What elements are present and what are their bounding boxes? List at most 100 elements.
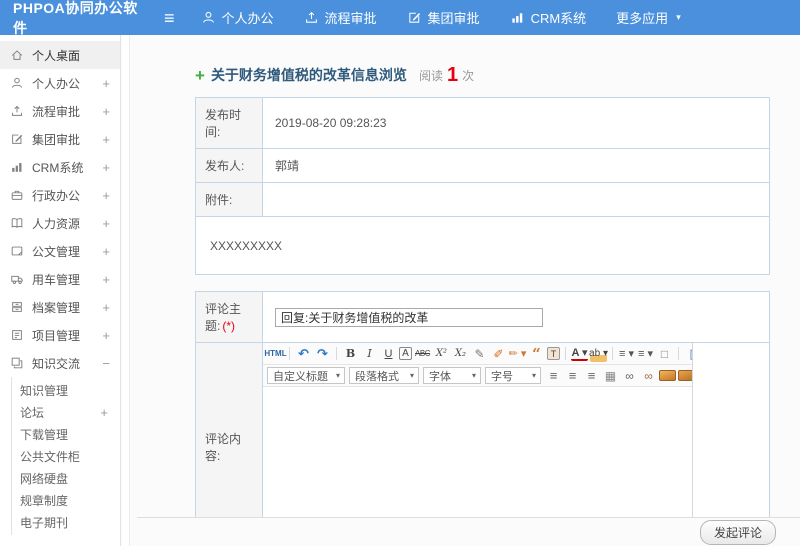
- top-header: PHPOA协同办公软件 ≡ 个人办公 流程审批 集团审批 CRM系统 更多应用 …: [0, 0, 800, 36]
- font-color-icon[interactable]: A ▾: [571, 347, 588, 361]
- underline-icon[interactable]: U: [380, 346, 397, 362]
- sidebar-item-personal-desktop[interactable]: 个人桌面: [0, 41, 120, 69]
- nav-more-apps[interactable]: 更多应用 ▾: [616, 8, 681, 27]
- sidebar-item-icon: [10, 76, 24, 90]
- sidebar-subitem-public-file-cabinet[interactable]: 公共文件柜: [12, 445, 120, 467]
- pen-dropdown-icon[interactable]: ✏ ▾: [509, 346, 527, 362]
- menu-toggle-icon[interactable]: ≡: [164, 9, 175, 27]
- top-nav: 个人办公 流程审批 集团审批 CRM系统: [201, 8, 586, 27]
- expand-toggle-icon[interactable]: +: [102, 216, 110, 231]
- chevron-down-icon: ▾: [409, 371, 414, 380]
- align-right-icon[interactable]: ≡: [583, 368, 600, 384]
- page-title: 关于财务增值税的改革信息浏览: [210, 67, 407, 83]
- sidebar-item-personal-office[interactable]: 个人办公 +: [0, 69, 120, 97]
- read-unit: 次: [462, 68, 475, 83]
- brush-icon[interactable]: ✐: [490, 346, 507, 362]
- expand-toggle-icon[interactable]: +: [102, 76, 110, 91]
- undo-icon[interactable]: ↶: [295, 346, 312, 362]
- sidebar-subitem-forum[interactable]: 论坛 +: [12, 401, 120, 423]
- sidebar-subitem-network-disk[interactable]: 网络硬盘: [12, 467, 120, 489]
- font-size-select[interactable]: 字号 ▾: [485, 367, 541, 384]
- sidebar-item-icon: [10, 216, 24, 230]
- toolbar-separator: [612, 347, 613, 360]
- required-mark: (*): [222, 319, 236, 333]
- article-info-table: 发布时间: 2019-08-20 09:28:23 发布人: 郭靖 附件: XX…: [195, 97, 770, 275]
- sidebar-item-vehicle-management[interactable]: 用车管理 +: [0, 265, 120, 293]
- paragraph-format-select[interactable]: 段落格式 ▾: [349, 367, 419, 384]
- chevron-down-icon: ▾: [676, 12, 681, 22]
- expand-toggle-icon[interactable]: +: [102, 244, 110, 259]
- sidebar-item-document-management[interactable]: 公文管理 +: [0, 237, 120, 265]
- sidebar-item-knowledge-exchange[interactable]: 知识交流 −: [0, 349, 120, 377]
- ordered-list-icon[interactable]: ≡ ▾: [618, 346, 635, 362]
- info-row: 发布人: 郭靖: [195, 148, 770, 183]
- rich-text-editor: HTML ↶ ↷ B I U A ABC X² X₂ ✎ ✐ ✏ ▾ “ T A…: [263, 343, 693, 546]
- sidebar-item-admin-office[interactable]: 行政办公 +: [0, 181, 120, 209]
- border-text-icon[interactable]: A: [399, 347, 412, 360]
- info-value: 郭靖: [262, 148, 770, 183]
- subscript-icon[interactable]: X₂: [452, 346, 469, 362]
- expand-toggle-icon[interactable]: +: [102, 300, 110, 315]
- expand-toggle-icon[interactable]: +: [102, 272, 110, 287]
- nav-group-approval[interactable]: 集团审批: [407, 8, 480, 27]
- redo-icon[interactable]: ↷: [314, 346, 331, 362]
- comment-content-label: 评论内容:: [195, 342, 263, 546]
- sidebar-item-archive-management[interactable]: 档案管理 +: [0, 293, 120, 321]
- sidebar-item-icon: [10, 300, 24, 314]
- sidebar-item-human-resources[interactable]: 人力资源 +: [0, 209, 120, 237]
- expand-toggle-icon[interactable]: +: [102, 328, 110, 343]
- bullet-list-icon[interactable]: ≡ ▾: [637, 346, 654, 362]
- italic-icon[interactable]: I: [361, 346, 378, 362]
- sidebar-item-group-approval[interactable]: 集团审批 +: [0, 125, 120, 153]
- comment-subject-label: 评论主题: (*): [195, 291, 263, 343]
- align-justify-icon[interactable]: ▦: [602, 368, 619, 384]
- fullscreen-icon[interactable]: ▣: [687, 346, 692, 362]
- expand-toggle-icon[interactable]: +: [102, 132, 110, 147]
- submit-comment-button[interactable]: 发起评论: [699, 519, 776, 545]
- sidebar-subitem-download-management[interactable]: 下载管理: [12, 423, 120, 445]
- paste-icon[interactable]: T: [547, 347, 560, 360]
- expand-toggle-icon[interactable]: +: [100, 405, 108, 420]
- sidebar-item-workflow-approval[interactable]: 流程审批 +: [0, 97, 120, 125]
- custom-heading-select[interactable]: 自定义标题 ▾: [267, 367, 345, 384]
- sidebar-subitem-knowledge-management[interactable]: 知识管理: [12, 379, 120, 401]
- nav-item-icon: [407, 10, 422, 25]
- comment-content-row: 评论内容: HTML ↶ ↷ B I U A ABC X² X₂ ✎ ✐ ✏ ▾…: [195, 342, 770, 546]
- sidebar-subitem-e-journal[interactable]: 电子期刊: [12, 511, 120, 533]
- info-label: 发布时间:: [195, 97, 263, 149]
- image-upload-icon[interactable]: [678, 370, 692, 382]
- sidebar-item-project-management[interactable]: 项目管理 +: [0, 321, 120, 349]
- highlight-color-icon[interactable]: ab ▾: [589, 345, 608, 362]
- html-source-button[interactable]: HTML: [264, 346, 286, 362]
- nav-item-icon: [510, 10, 525, 25]
- sidebar-item-icon: [10, 160, 24, 174]
- blockquote-icon[interactable]: “: [528, 346, 545, 362]
- superscript-icon[interactable]: X²: [433, 346, 450, 362]
- link-icon[interactable]: ∞: [621, 368, 638, 384]
- align-center-icon[interactable]: ≡: [564, 368, 581, 384]
- panel-splitter[interactable]: [122, 35, 130, 546]
- read-count: 1: [446, 64, 459, 86]
- nav-personal-office[interactable]: 个人办公: [201, 8, 274, 27]
- font-family-select[interactable]: 字体 ▾: [423, 367, 481, 384]
- nav-crm-system[interactable]: CRM系统: [510, 8, 586, 27]
- expand-toggle-icon[interactable]: +: [102, 104, 110, 119]
- comment-content-editarea[interactable]: [263, 387, 692, 529]
- strikethrough-icon[interactable]: ABC: [414, 346, 431, 362]
- article-content: XXXXXXXXX: [195, 216, 770, 275]
- sidebar-item-crm-system[interactable]: CRM系统 +: [0, 153, 120, 181]
- bold-icon[interactable]: B: [342, 346, 359, 362]
- nav-workflow-approval[interactable]: 流程审批: [304, 8, 377, 27]
- expand-toggle-icon[interactable]: +: [102, 188, 110, 203]
- expand-toggle-icon[interactable]: +: [102, 160, 110, 175]
- unlink-icon[interactable]: ∞: [640, 368, 657, 384]
- sidebar-subitem-rules-regulations[interactable]: 规章制度: [12, 489, 120, 511]
- comment-subject-input[interactable]: [275, 307, 543, 327]
- image-icon[interactable]: [659, 370, 676, 381]
- info-label: 发布人:: [195, 148, 263, 183]
- format-painter-icon[interactable]: ✎: [471, 346, 488, 362]
- app-logo: PHPOA协同办公软件: [13, 0, 138, 36]
- new-document-icon[interactable]: □: [656, 346, 673, 362]
- expand-toggle-icon[interactable]: −: [102, 356, 110, 371]
- align-left-icon[interactable]: ≡: [545, 368, 562, 384]
